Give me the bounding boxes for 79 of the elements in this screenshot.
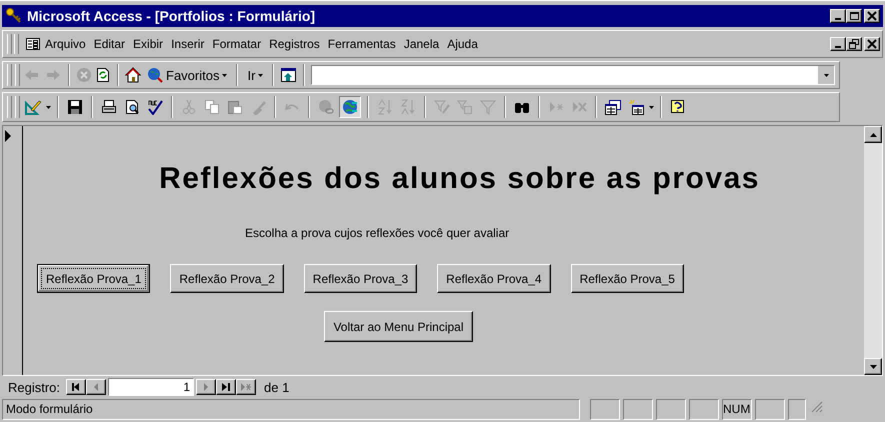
- copy-icon[interactable]: [204, 99, 220, 115]
- save-icon[interactable]: [67, 99, 83, 115]
- status-panel: [689, 399, 719, 420]
- close-icon: [867, 39, 877, 49]
- status-panel: [788, 399, 806, 420]
- close-button[interactable]: [864, 9, 880, 23]
- print-icon[interactable]: [101, 99, 117, 115]
- menu-item[interactable]: Registros: [265, 35, 324, 53]
- home-icon[interactable]: [125, 67, 141, 83]
- minimize-icon: [835, 18, 841, 20]
- key-icon: [5, 7, 23, 25]
- caret-icon[interactable]: [46, 106, 51, 108]
- restore-icon: [849, 39, 859, 49]
- first-record-button[interactable]: [66, 379, 86, 395]
- close-icon: [867, 11, 877, 21]
- go-button[interactable]: Ir: [244, 66, 266, 84]
- menu-item[interactable]: Janela: [400, 35, 444, 53]
- status-panel: [623, 399, 653, 420]
- minimize-icon: [835, 46, 841, 48]
- new-record-button[interactable]: [236, 379, 256, 395]
- caret-icon[interactable]: [258, 74, 264, 76]
- last-record-button[interactable]: [216, 379, 236, 395]
- record-number-field[interactable]: 1: [108, 378, 194, 396]
- print-preview-icon[interactable]: [124, 99, 140, 115]
- design-view-icon[interactable]: [25, 99, 41, 115]
- minimize-button[interactable]: [830, 9, 846, 23]
- record-count: de 1: [264, 380, 290, 394]
- scroll-up-icon[interactable]: [870, 132, 876, 136]
- spelling-check-icon[interactable]: [147, 99, 163, 115]
- refresh-icon[interactable]: [95, 67, 111, 83]
- status-indicator: NUM: [722, 399, 752, 420]
- caret-icon[interactable]: [649, 106, 654, 108]
- new-object-icon[interactable]: [628, 99, 644, 115]
- first-record-icon: [71, 383, 82, 391]
- form-heading: Reflexões dos alunos sobre as provas: [158, 162, 760, 196]
- paste-icon[interactable]: [227, 99, 243, 115]
- resize-grip-icon[interactable]: [809, 399, 823, 415]
- caret-icon[interactable]: [824, 74, 828, 76]
- scroll-down-icon[interactable]: [870, 364, 876, 368]
- minimize-button[interactable]: [830, 37, 846, 51]
- status-text: Modo formulário: [2, 399, 580, 420]
- web-globe-icon[interactable]: [342, 99, 358, 115]
- new-record-icon: [241, 383, 252, 391]
- form-icon[interactable]: [25, 36, 41, 52]
- status-panel: [755, 399, 785, 420]
- maximize-button[interactable]: [846, 9, 862, 23]
- status-panel: [656, 399, 686, 420]
- vertical-scrollbar[interactable]: [864, 126, 882, 375]
- menu-item[interactable]: Ferramentas: [324, 35, 400, 53]
- address-field[interactable]: [311, 65, 835, 85]
- status-panel: [590, 399, 620, 420]
- record-label: Registro:: [8, 380, 60, 394]
- close-button[interactable]: [864, 37, 880, 51]
- current-record-icon: [3, 130, 13, 142]
- restore-button[interactable]: [846, 37, 862, 51]
- maximize-icon: [849, 11, 859, 21]
- reflection-button[interactable]: Reflexão Prova_1: [37, 264, 150, 293]
- main-menu-button[interactable]: Voltar ao Menu Principal: [324, 311, 473, 342]
- menu-item[interactable]: Formatar: [208, 35, 266, 53]
- show-toolbar-icon[interactable]: [280, 67, 298, 83]
- window-title: Microsoft Access - [Portfolios : Formulário]: [27, 8, 316, 24]
- globe-search-icon: [147, 67, 163, 83]
- caret-icon[interactable]: [222, 74, 228, 76]
- previous-record-button[interactable]: [86, 379, 106, 395]
- instruction-text: Escolha a prova cujos reflexões você quer avaliar: [245, 226, 510, 240]
- reflection-button[interactable]: Reflexão Prova_4: [437, 264, 551, 293]
- next-record-button[interactable]: [196, 379, 216, 395]
- menu-item[interactable]: Ajuda: [443, 35, 482, 53]
- menu-item[interactable]: Editar: [90, 35, 130, 53]
- help-icon[interactable]: [670, 99, 686, 115]
- reflection-button[interactable]: Reflexão Prova_5: [570, 264, 684, 293]
- reflection-button[interactable]: Reflexão Prova_2: [170, 264, 284, 293]
- menu-item[interactable]: Inserir: [167, 35, 208, 53]
- reflection-button[interactable]: Reflexão Prova_3: [304, 264, 418, 293]
- menu-item[interactable]: Arquivo: [41, 35, 90, 53]
- database-window-icon[interactable]: [605, 99, 621, 115]
- menu-item[interactable]: Exibir: [129, 35, 168, 53]
- last-record-icon: [221, 383, 232, 391]
- favorites-button[interactable]: Favoritos: [144, 65, 230, 85]
